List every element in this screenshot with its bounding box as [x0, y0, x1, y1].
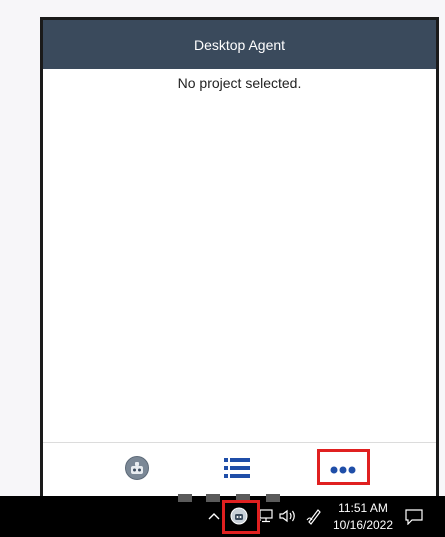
pen-icon[interactable] — [305, 506, 323, 526]
clock-date: 10/16/2022 — [332, 518, 394, 532]
app-title: Desktop Agent — [193, 36, 286, 53]
more-dots-icon — [330, 461, 356, 479]
agent-tray-icon[interactable] — [227, 504, 251, 528]
nav-list-button[interactable] — [213, 451, 261, 489]
app-header: Desktop Agent — [43, 20, 436, 69]
bottom-nav — [43, 442, 436, 496]
volume-icon[interactable] — [278, 507, 298, 525]
nav-more-button[interactable] — [317, 452, 369, 488]
tray-clock[interactable]: 11:51 AM 10/16/2022 — [330, 500, 396, 534]
app-body: No project selected. — [43, 69, 436, 442]
empty-state-message: No project selected. — [177, 75, 302, 91]
network-icon[interactable] — [256, 507, 274, 525]
chevron-up-icon[interactable] — [205, 507, 223, 525]
taskbar: 11:51 AM 10/16/2022 — [0, 494, 445, 537]
clock-time: 11:51 AM — [338, 501, 388, 515]
notification-icon[interactable] — [404, 507, 424, 527]
robot-icon — [124, 455, 150, 486]
nav-agent-button[interactable] — [113, 451, 161, 489]
ghost-taskbar-icons — [178, 494, 280, 502]
list-icon — [224, 457, 250, 484]
desktop-agent-window: Desktop Agent No project selected. — [40, 17, 439, 496]
